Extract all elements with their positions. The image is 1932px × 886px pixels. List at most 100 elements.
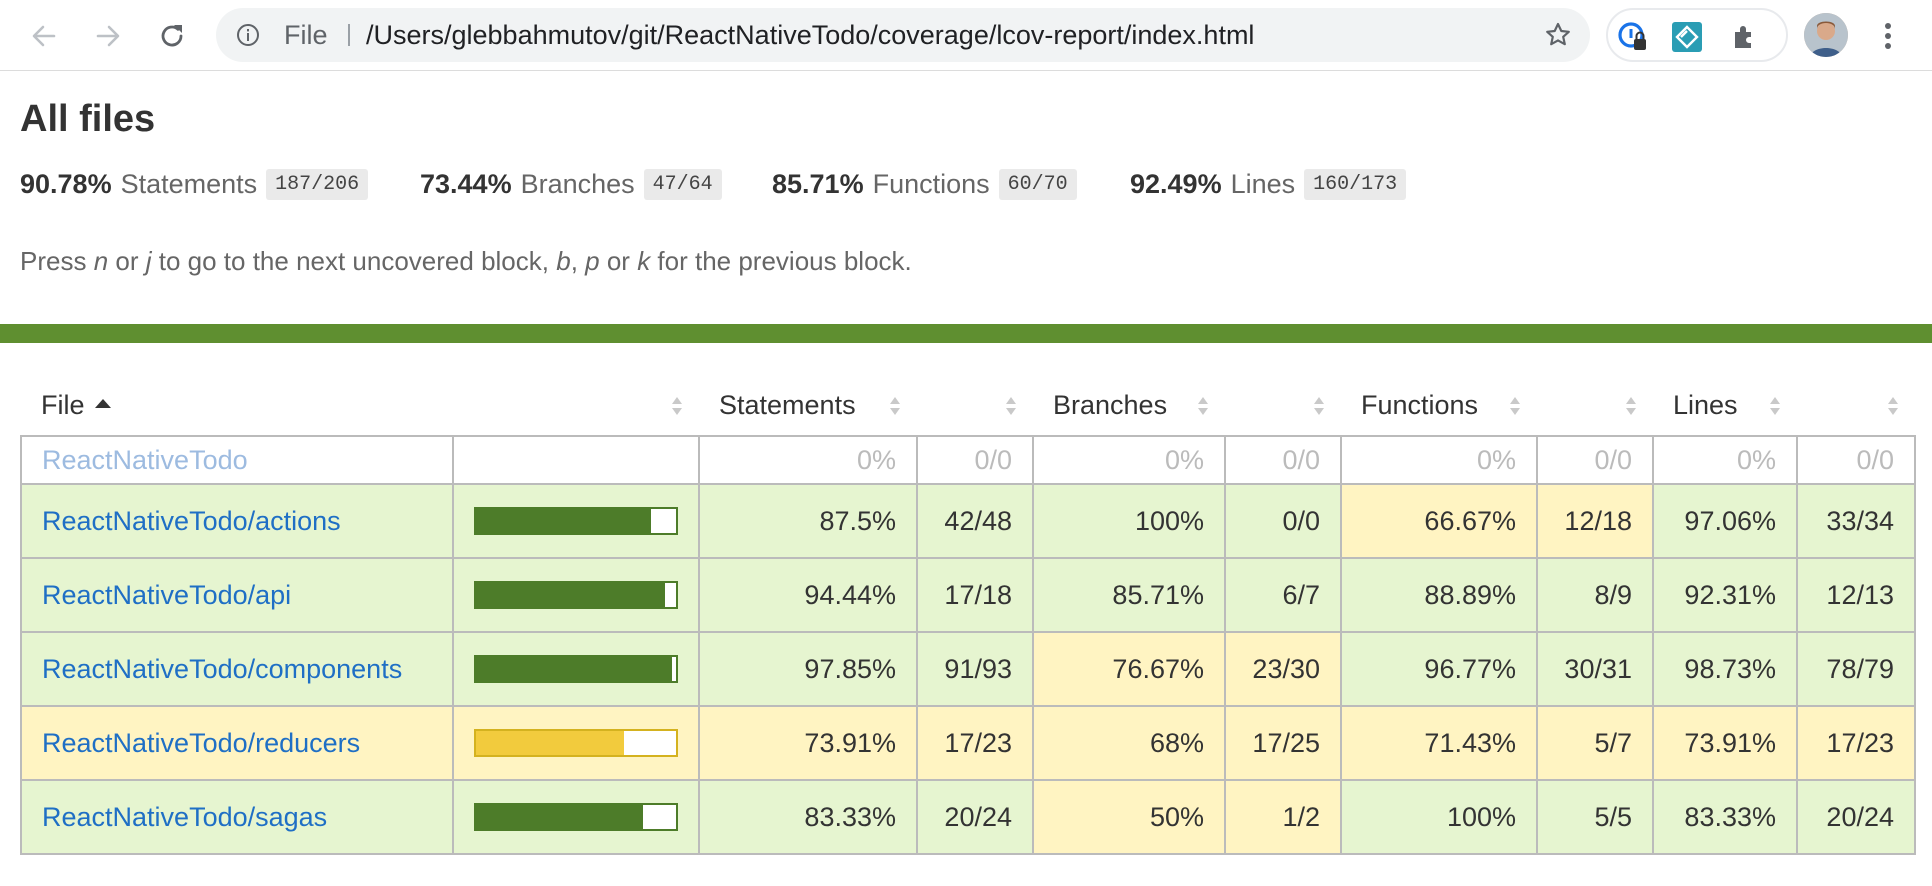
file-cell: ReactNativeTodo [20, 435, 454, 485]
lines-pct: 0% [1652, 435, 1798, 485]
statements-pct: 97.85% [698, 631, 918, 707]
lines-pct: 73.91% [1652, 705, 1798, 781]
statements-pct: 87.5% [698, 483, 918, 559]
summary-pct: 73.44% [420, 168, 512, 199]
file-cell: ReactNativeTodo/reducers [20, 705, 454, 781]
summary-fraction: 160/173 [1304, 168, 1407, 200]
summary-label: Statements [120, 168, 258, 199]
header-file[interactable]: File [21, 376, 453, 436]
summary-branches: 73.44% Branches 47/64 [420, 164, 722, 204]
reload-icon[interactable] [150, 14, 194, 58]
back-arrow-icon[interactable] [22, 14, 66, 58]
coverage-table: File Statements Branches Functions Lines… [20, 376, 1916, 855]
star-icon[interactable] [1544, 21, 1572, 49]
branches-fraction: 0/0 [1224, 483, 1342, 559]
file-link[interactable]: ReactNativeTodo/api [42, 580, 291, 610]
sort-icon [1770, 397, 1780, 415]
key-b: b [556, 246, 571, 276]
header-branches-raw[interactable] [1225, 376, 1341, 436]
table-row: ReactNativeTodo/components 97.85% 91/93 … [20, 631, 1916, 707]
coverage-bar [474, 581, 678, 609]
kebab-menu-icon[interactable] [1866, 14, 1910, 58]
functions-pct: 71.43% [1340, 705, 1538, 781]
keyboard-hint: Press n or j to go to the next uncovered… [20, 246, 912, 276]
functions-fraction: 5/5 [1536, 779, 1654, 855]
statements-fraction: 20/24 [916, 779, 1034, 855]
header-lines-raw[interactable] [1797, 376, 1915, 436]
statements-fraction: 42/48 [916, 483, 1034, 559]
info-icon[interactable] [236, 23, 260, 47]
functions-pct: 0% [1340, 435, 1538, 485]
header-file-bar[interactable] [453, 376, 699, 436]
coverage-bar [474, 803, 678, 831]
file-link[interactable]: ReactNativeTodo/sagas [42, 802, 327, 832]
header-statements[interactable]: Statements [699, 376, 917, 436]
extension-icon[interactable] [1670, 20, 1704, 54]
functions-fraction: 5/7 [1536, 705, 1654, 781]
table-row: ReactNativeTodo/reducers 73.91% 17/23 68… [20, 705, 1916, 781]
file-link[interactable]: ReactNativeTodo/actions [42, 506, 341, 536]
lines-pct: 92.31% [1652, 557, 1798, 633]
file-link[interactable]: ReactNativeTodo/components [42, 654, 402, 684]
table-row: ReactNativeTodo/actions 87.5% 42/48 100%… [20, 483, 1916, 559]
forward-arrow-icon[interactable] [86, 14, 130, 58]
coverage-bar-fill [476, 731, 624, 755]
file-link[interactable]: ReactNativeTodo/reducers [42, 728, 360, 758]
summary-pct: 92.49% [1130, 168, 1222, 199]
table-row: ReactNativeTodo/api 94.44% 17/18 85.71% … [20, 557, 1916, 633]
statements-pct: 83.33% [698, 779, 918, 855]
address-bar[interactable]: File /Users/glebbahmutov/git/ReactNative… [216, 8, 1590, 62]
password-manager-extension-icon[interactable] [1616, 20, 1650, 54]
lines-fraction: 0/0 [1796, 435, 1916, 485]
header-functions[interactable]: Functions [1341, 376, 1537, 436]
sort-icon [1314, 397, 1324, 415]
functions-pct: 100% [1340, 779, 1538, 855]
sort-icon [1888, 397, 1898, 415]
coverage-bar [474, 507, 678, 535]
header-lines[interactable]: Lines [1653, 376, 1797, 436]
sort-icon [1006, 397, 1016, 415]
summary-label: Functions [872, 168, 990, 199]
summary-lines: 92.49% Lines 160/173 [1130, 164, 1407, 204]
sort-icon [1198, 397, 1208, 415]
header-statements-raw[interactable] [917, 376, 1033, 436]
statements-pct: 94.44% [698, 557, 918, 633]
branches-pct: 100% [1032, 483, 1226, 559]
coverage-bar [474, 729, 678, 757]
coverage-bar-fill [476, 509, 651, 533]
branches-fraction: 1/2 [1224, 779, 1342, 855]
profile-avatar[interactable] [1804, 13, 1848, 57]
table-row: ReactNativeTodo/sagas 83.33% 20/24 50% 1… [20, 779, 1916, 855]
header-functions-raw[interactable] [1537, 376, 1653, 436]
coverage-bar-cell [452, 631, 700, 707]
puzzle-extensions-icon[interactable] [1728, 20, 1762, 54]
coverage-bar-fill [476, 657, 672, 681]
page-title: All files [20, 98, 156, 140]
statements-fraction: 17/18 [916, 557, 1034, 633]
browser-toolbar: File /Users/glebbahmutov/git/ReactNative… [0, 0, 1932, 71]
header-branches[interactable]: Branches [1033, 376, 1225, 436]
functions-fraction: 30/31 [1536, 631, 1654, 707]
branches-pct: 76.67% [1032, 631, 1226, 707]
sort-icon [1510, 397, 1520, 415]
lines-fraction: 78/79 [1796, 631, 1916, 707]
statements-fraction: 91/93 [916, 631, 1034, 707]
url-separator [348, 24, 350, 46]
key-n: n [93, 246, 109, 276]
summary-label: Lines [1230, 168, 1296, 199]
url-text[interactable]: /Users/glebbahmutov/git/ReactNativeTodo/… [366, 8, 1254, 62]
lines-fraction: 17/23 [1796, 705, 1916, 781]
coverage-bar-cell [452, 483, 700, 559]
summary-pct: 85.71% [772, 168, 864, 199]
summary-statements: 90.78% Statements 187/206 [20, 164, 369, 204]
lines-fraction: 33/34 [1796, 483, 1916, 559]
summary-fraction: 47/64 [643, 168, 722, 200]
sort-icon [890, 397, 900, 415]
sort-icon [672, 397, 682, 415]
extensions-group [1606, 8, 1788, 62]
summary-functions: 85.71% Functions 60/70 [772, 164, 1077, 204]
functions-pct: 66.67% [1340, 483, 1538, 559]
file-link[interactable]: ReactNativeTodo [42, 445, 248, 475]
table-row: ReactNativeTodo 0% 0/0 0% 0/0 0% 0/0 0% … [20, 435, 1916, 485]
summary-pct: 90.78% [20, 168, 112, 199]
